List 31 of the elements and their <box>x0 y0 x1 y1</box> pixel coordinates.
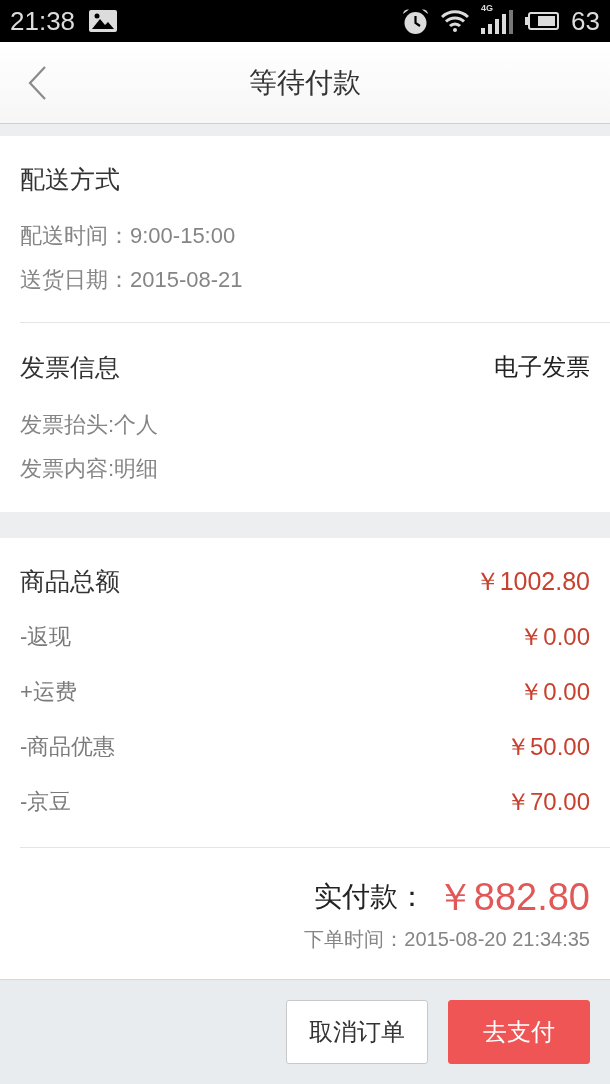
amount-value: ￥70.00 <box>505 789 590 814</box>
battery-icon <box>525 12 560 30</box>
amount-value: ￥0.00 <box>519 624 590 649</box>
invoice-detail-text: 发票抬头:个人 <box>20 411 159 439</box>
amount-label: -商品优惠 <box>20 735 116 758</box>
amount-value: ￥1002.80 <box>474 569 590 594</box>
signal-bars-icon <box>481 10 514 34</box>
section-title: 配送方式 <box>20 164 120 195</box>
page-title: 等待付款 <box>249 68 361 97</box>
paid-amount-value: ￥882.80 <box>435 878 590 916</box>
image-icon <box>89 10 118 32</box>
amount-value: ￥50.00 <box>505 734 590 759</box>
paid-amount-label: 实付款： <box>313 883 426 911</box>
amount-label: -京豆 <box>20 790 72 813</box>
delivery-detail-text: 配送时间：9:00-15:00 <box>20 222 236 250</box>
status-time: 21:38 <box>10 8 76 34</box>
cancel-order-button[interactable]: 取消订单 <box>286 1000 428 1064</box>
amount-label: -返现 <box>20 625 72 648</box>
section-title: 发票信息 <box>20 352 120 383</box>
invoice-type-text: 电子发票 <box>494 352 590 382</box>
network-type-label: 4G <box>481 4 494 13</box>
wifi-icon <box>441 10 470 32</box>
delivery-detail-text: 送货日期：2015-08-21 <box>20 266 243 294</box>
amount-label: 商品总额 <box>20 569 120 594</box>
amount-label: +运费 <box>20 680 77 703</box>
invoice-detail-text: 发票内容:明细 <box>20 455 159 483</box>
amount-value: ￥0.00 <box>519 679 590 704</box>
battery-level-text: 63 <box>571 8 600 34</box>
alarm-clock-icon <box>402 7 430 35</box>
back-chevron-icon <box>28 66 46 100</box>
order-time-text: 下单时间：2015-08-20 21:34:35 <box>304 927 590 952</box>
